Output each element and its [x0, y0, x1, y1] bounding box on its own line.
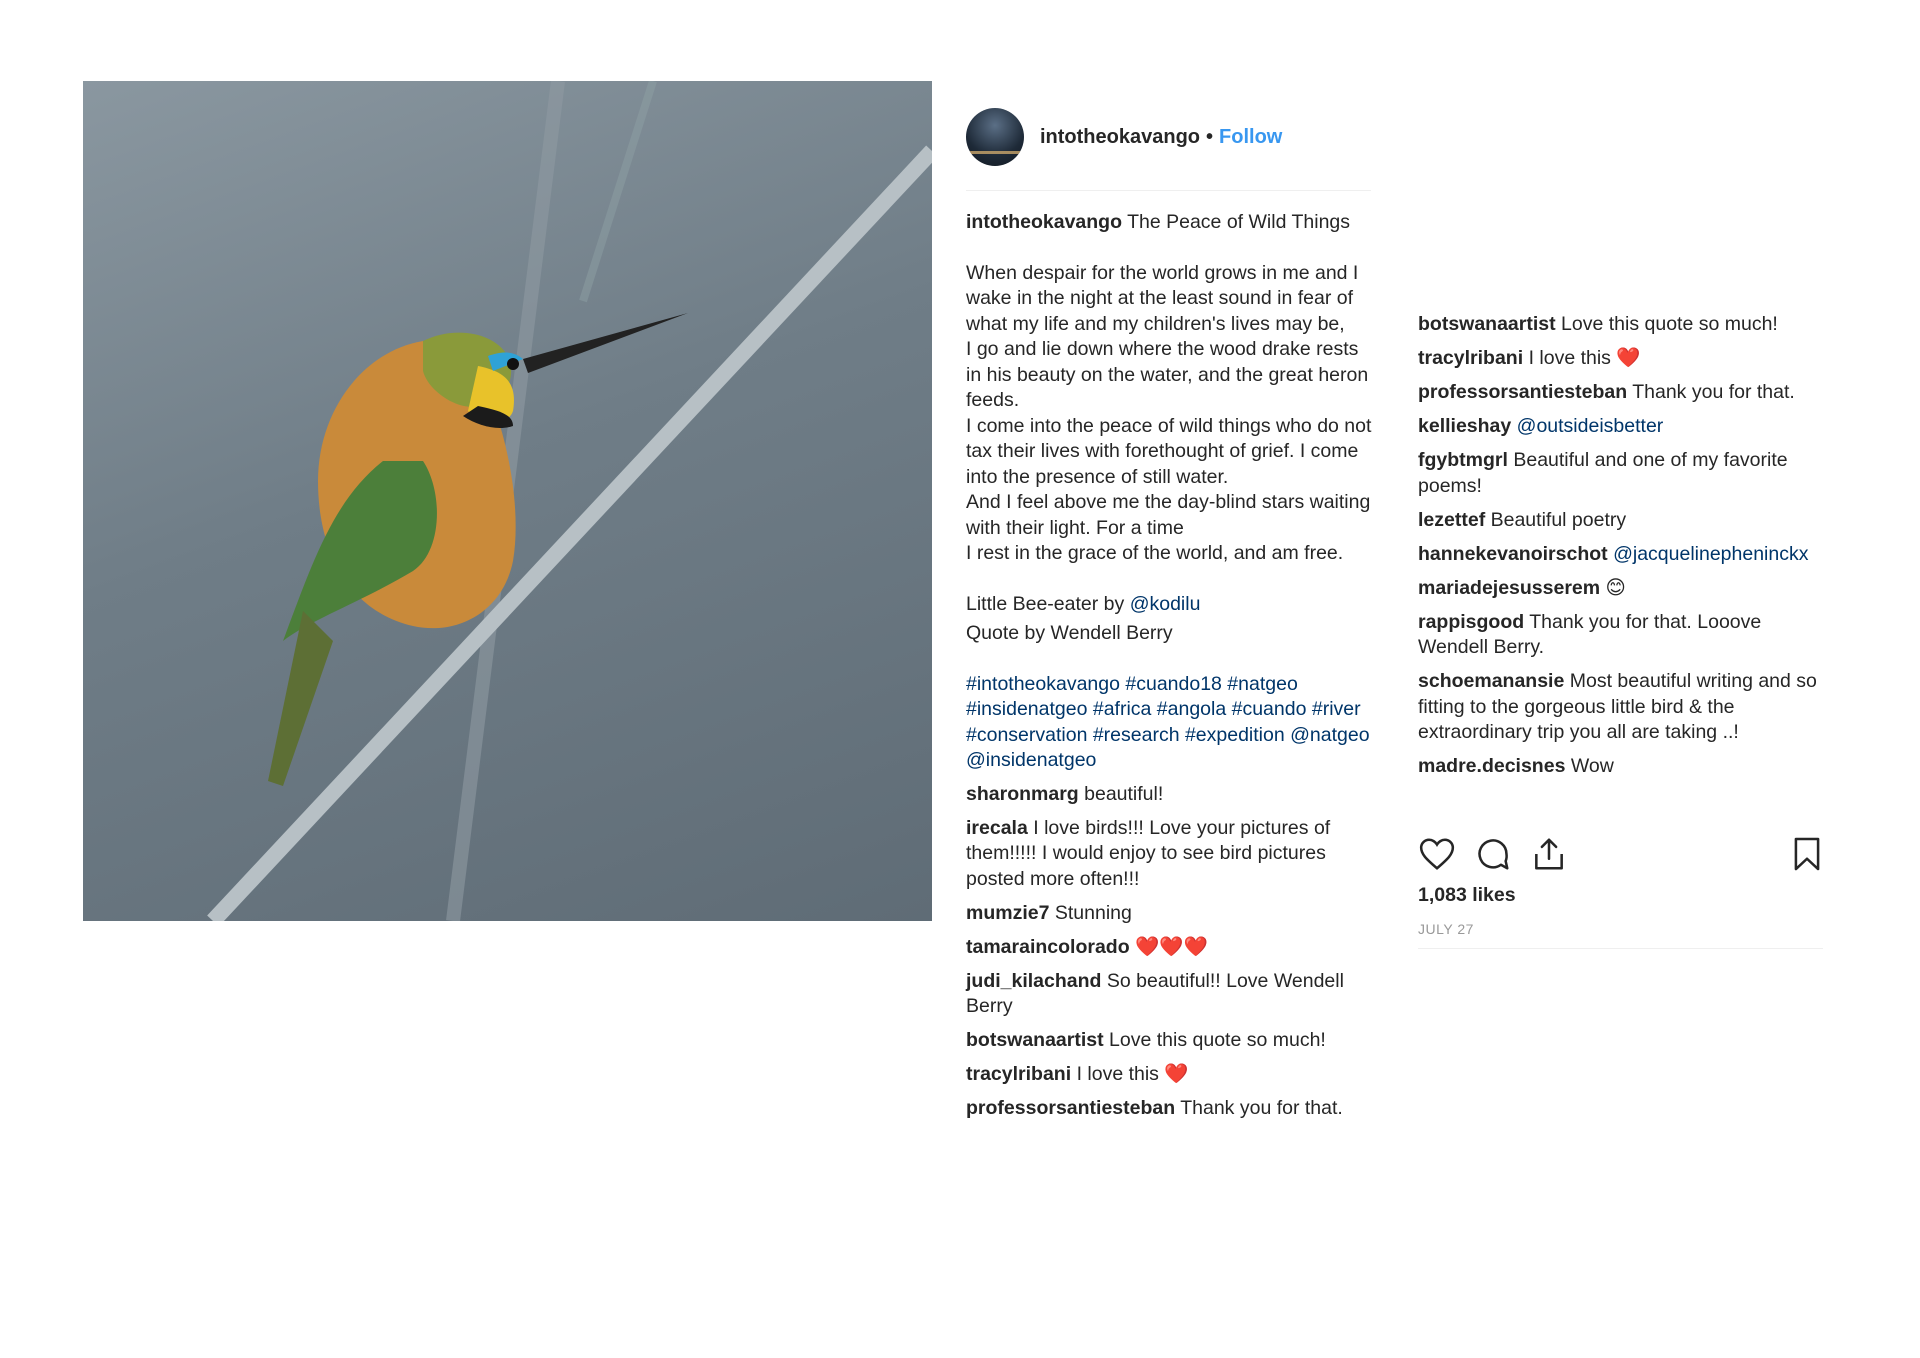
- comment: mariadejesusserem 😊: [1418, 576, 1828, 602]
- comment: professorsantiesteban Thank you for that…: [966, 1096, 1376, 1122]
- post-image[interactable]: [83, 81, 932, 921]
- comment-text: Love this quote so much!: [1109, 1029, 1326, 1051]
- comment-username[interactable]: fgybtmgrl: [1418, 449, 1508, 471]
- comment-text: beautiful!: [1084, 782, 1164, 805]
- hashtags[interactable]: #intotheokavango #cuando18 #natgeo #insi…: [966, 672, 1376, 774]
- comment: tracylribani I love this ❤️: [1418, 346, 1828, 372]
- poem-line: When despair for the world grows in me a…: [966, 261, 1359, 335]
- comment: madre.decisnes Wow: [1418, 754, 1828, 780]
- comment-icon[interactable]: [1474, 835, 1512, 873]
- comment: kellieshay @outsideisbetter: [1418, 414, 1828, 440]
- comment: hannekevanoirschot @jacquelinepheninckx: [1418, 542, 1828, 568]
- comment-username[interactable]: rappisgood: [1418, 611, 1524, 633]
- comment: tamaraincolorado ❤️❤️❤️: [966, 935, 1376, 961]
- comment-list: botswanaartist Love this quote so much! t…: [1418, 312, 1828, 780]
- comment-text: Wow: [1570, 755, 1614, 777]
- bottom-divider: [1418, 948, 1823, 949]
- comment-username[interactable]: lezettef: [1418, 509, 1485, 531]
- comment-username[interactable]: botswanaartist: [966, 1029, 1104, 1051]
- comment: lezettef Beautiful poetry: [1418, 508, 1828, 534]
- comment-username[interactable]: tracylribani: [1418, 347, 1523, 369]
- comment-mention-link[interactable]: @outsideisbetter: [1517, 415, 1664, 437]
- comment: mumzie7 Stunning: [966, 901, 1376, 927]
- poem-line: And I feel above me the day-blind stars …: [966, 491, 1371, 539]
- comment: botswanaartist Love this quote so much!: [1418, 312, 1828, 338]
- follow-button[interactable]: Follow: [1219, 126, 1282, 149]
- share-icon[interactable]: [1530, 835, 1568, 873]
- comment-username[interactable]: kellieshay: [1418, 415, 1511, 437]
- caption: intotheokavango The Peace of Wild Things…: [966, 210, 1376, 774]
- comment-username[interactable]: madre.decisnes: [1418, 755, 1565, 777]
- comments-column-left: intotheokavango The Peace of Wild Things…: [966, 210, 1376, 1130]
- comment: rappisgood Thank you for that. Looove We…: [1418, 610, 1828, 661]
- comment-text: ❤️❤️❤️: [1135, 935, 1208, 958]
- comment: judi_kilachand So beautiful!! Love Wende…: [966, 969, 1376, 1020]
- comment: fgybtmgrl Beautiful and one of my favori…: [1418, 448, 1828, 499]
- avatar[interactable]: [966, 108, 1024, 166]
- action-bar: [1418, 835, 1828, 875]
- comment-username[interactable]: tracylribani: [966, 1063, 1071, 1085]
- comment-username[interactable]: schoemanansie: [1418, 670, 1564, 692]
- caption-title: The Peace of Wild Things: [1127, 211, 1351, 233]
- comment-username[interactable]: botswanaartist: [1418, 313, 1556, 335]
- comment-list: sharonmarg beautiful! irecala I love bird…: [966, 782, 1376, 1122]
- caption-username[interactable]: intotheokavango: [966, 211, 1122, 233]
- bird-photo: [207, 81, 932, 921]
- poem-line: I come into the peace of wild things who…: [966, 414, 1372, 488]
- comment-username[interactable]: sharonmarg: [966, 783, 1079, 805]
- comment-mention-link[interactable]: @jacquelinepheninckx: [1613, 543, 1808, 565]
- comment-text: Love this quote so much!: [1561, 313, 1778, 335]
- header-divider: [966, 190, 1371, 191]
- comment-username[interactable]: professorsantiesteban: [966, 1097, 1175, 1119]
- comment-text: I love this ❤️: [1528, 347, 1641, 369]
- comment-text: I love this ❤️: [1076, 1063, 1189, 1085]
- comment-username[interactable]: tamaraincolorado: [966, 936, 1130, 958]
- credit-mention-link[interactable]: @kodilu: [1130, 593, 1201, 615]
- username[interactable]: intotheokavango: [1040, 126, 1200, 149]
- poem-line: I rest in the grace of the world, and am…: [966, 542, 1344, 564]
- comment: sharonmarg beautiful!: [966, 782, 1376, 808]
- comment-text: Thank you for that.: [1632, 381, 1795, 403]
- comment-username[interactable]: irecala: [966, 817, 1028, 839]
- comments-column-right: botswanaartist Love this quote so much! t…: [1418, 312, 1828, 788]
- comment-text: Beautiful poetry: [1490, 508, 1627, 531]
- likes-count[interactable]: 1,083 likes: [1418, 884, 1516, 907]
- comment-username[interactable]: hannekevanoirschot: [1418, 543, 1608, 565]
- separator-dot: •: [1206, 125, 1214, 148]
- comment-text: 😊: [1605, 576, 1626, 599]
- comment-username[interactable]: mumzie7: [966, 902, 1049, 924]
- comment-username[interactable]: judi_kilachand: [966, 970, 1101, 992]
- bookmark-icon[interactable]: [1788, 835, 1826, 873]
- comment: professorsantiesteban Thank you for that…: [1418, 380, 1828, 406]
- post-header: intotheokavango • Follow: [966, 108, 1282, 166]
- heart-icon[interactable]: [1418, 835, 1456, 873]
- poem-line: I go and lie down where the wood drake r…: [966, 338, 1369, 411]
- photo-credit: Little Bee-eater by: [966, 592, 1130, 615]
- comment: tracylribani I love this ❤️: [966, 1062, 1376, 1088]
- comment-text: Stunning: [1054, 901, 1132, 924]
- post-date[interactable]: JULY 27: [1418, 921, 1474, 937]
- comment: botswanaartist Love this quote so much!: [966, 1028, 1376, 1054]
- quote-credit: Quote by Wendell Berry: [966, 622, 1173, 644]
- comment: irecala I love birds!!! Love your pictur…: [966, 816, 1376, 893]
- comment-text: Thank you for that.: [1180, 1097, 1343, 1119]
- comment: schoemanansie Most beautiful writing and…: [1418, 669, 1828, 746]
- comment-username[interactable]: mariadejesusserem: [1418, 577, 1600, 599]
- comment-username[interactable]: professorsantiesteban: [1418, 381, 1627, 403]
